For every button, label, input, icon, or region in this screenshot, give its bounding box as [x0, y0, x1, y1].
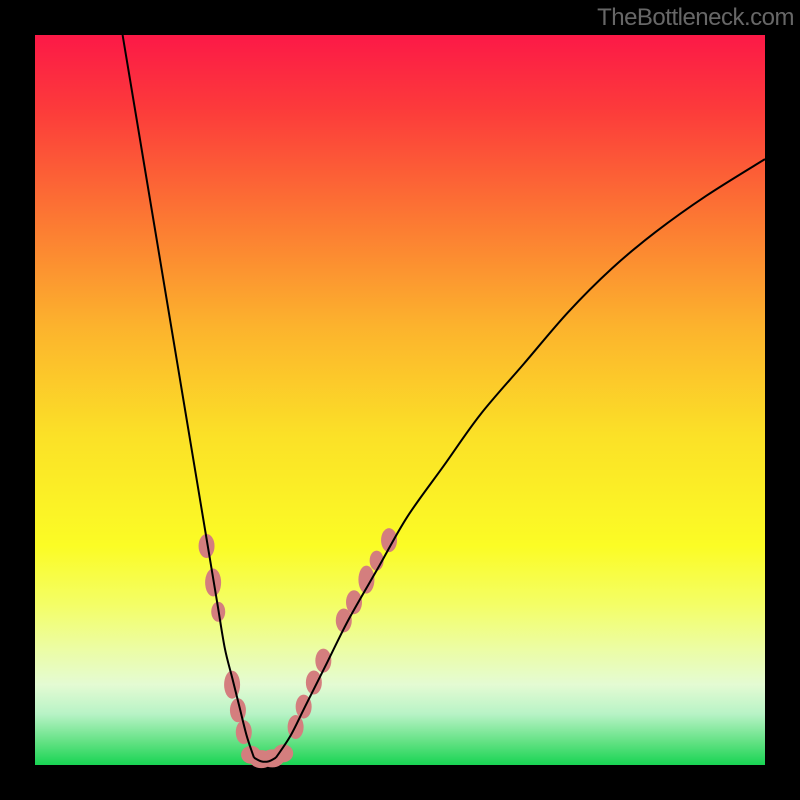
chart-container: TheBottleneck.com	[0, 0, 800, 800]
watermark-text: TheBottleneck.com	[597, 4, 794, 32]
plot-background	[35, 35, 765, 765]
bottleneck-curve-chart	[0, 0, 800, 800]
